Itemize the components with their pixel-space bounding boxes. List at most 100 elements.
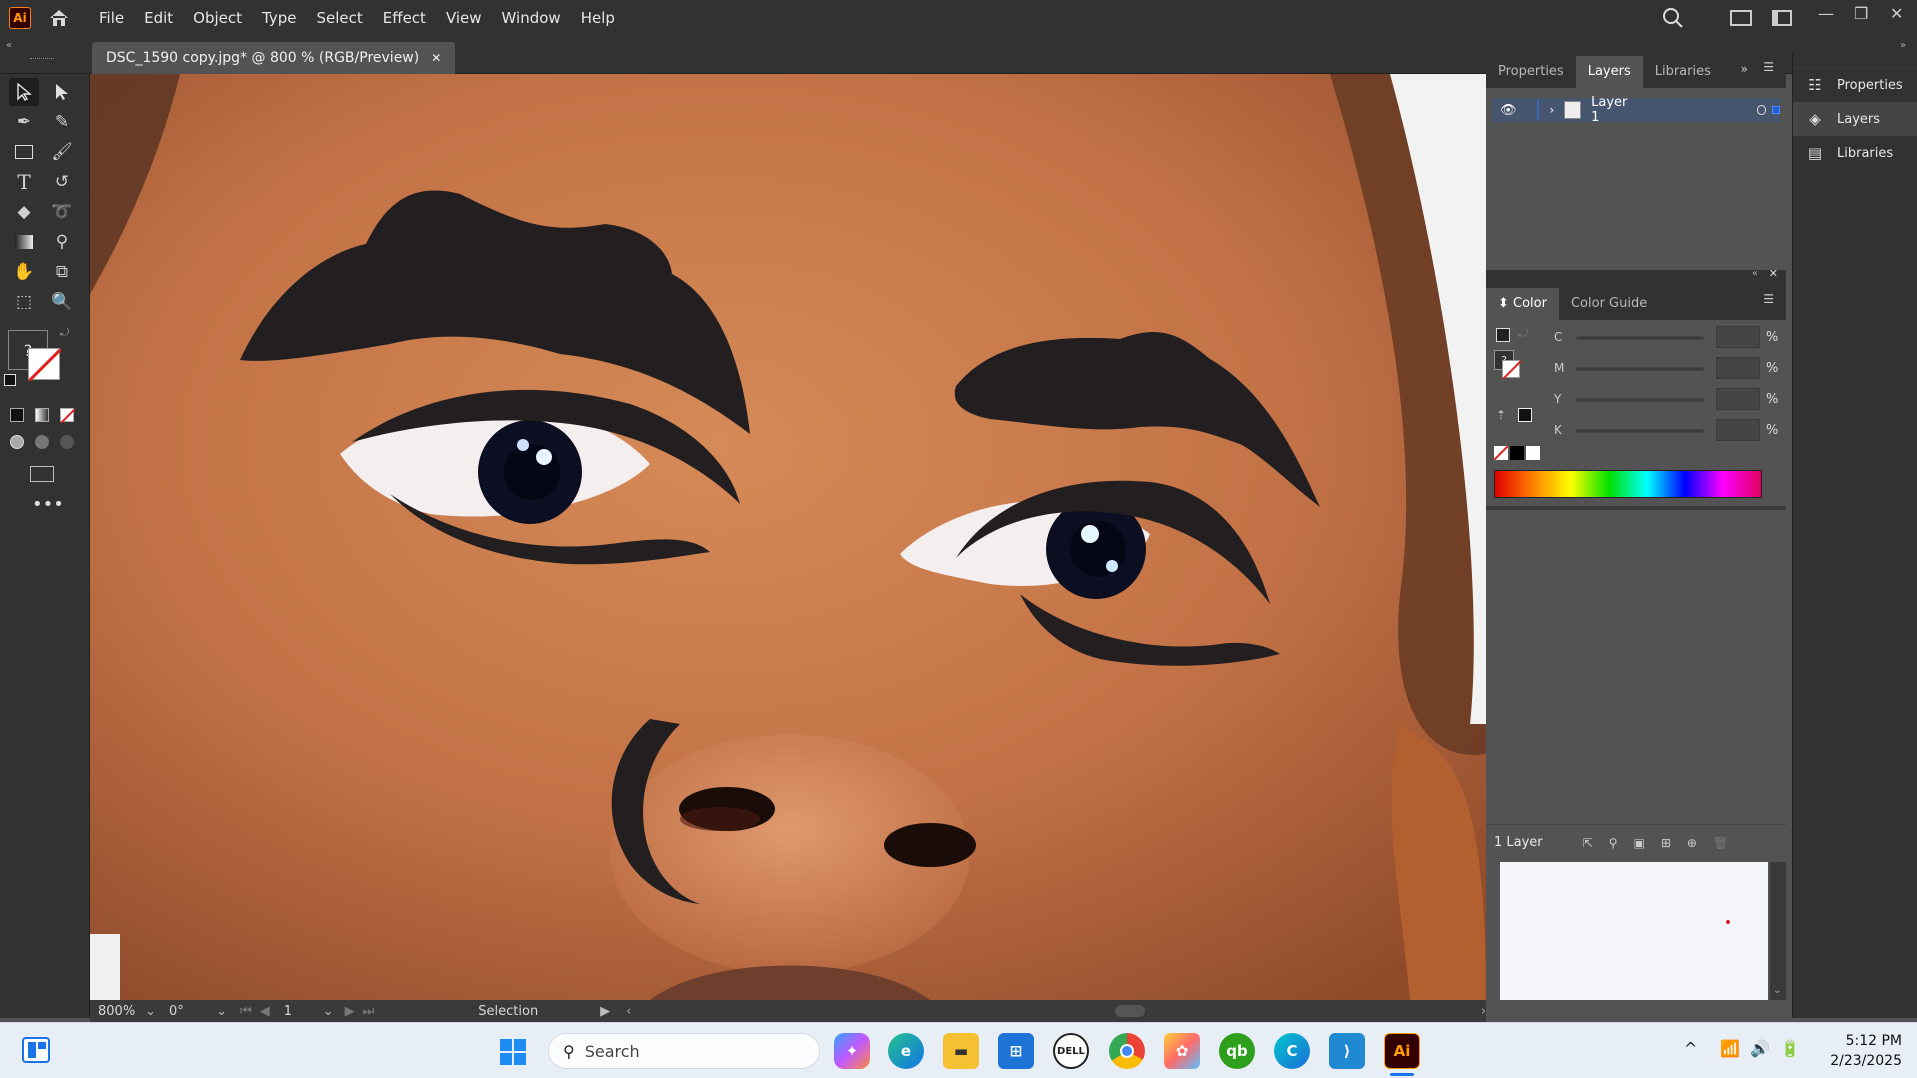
collapse-toolbar-icon[interactable]: « bbox=[6, 40, 12, 51]
black-slider[interactable] bbox=[1576, 429, 1704, 433]
minimize-icon[interactable]: — bbox=[1818, 4, 1834, 23]
edit-toolbar-icon[interactable]: ••• bbox=[32, 494, 64, 515]
collapse-panels-icon[interactable]: » bbox=[1900, 40, 1906, 51]
vscode-icon[interactable]: ⟩ bbox=[1329, 1033, 1365, 1069]
menu-effect[interactable]: Effect bbox=[373, 0, 436, 36]
magenta-slider[interactable] bbox=[1576, 367, 1704, 371]
chrome-icon[interactable] bbox=[1109, 1033, 1145, 1069]
taskbar-search[interactable]: ⚲ Search bbox=[548, 1033, 820, 1069]
photos-icon[interactable]: ✿ bbox=[1164, 1033, 1200, 1069]
store-icon[interactable]: ⊞ bbox=[998, 1033, 1034, 1069]
collapse-color-icon[interactable]: « bbox=[1752, 268, 1758, 279]
draw-behind-icon[interactable] bbox=[35, 435, 49, 449]
yellow-slider[interactable] bbox=[1576, 398, 1704, 402]
scroll-down-icon[interactable]: ⌄ bbox=[1773, 985, 1781, 996]
curvature-tool-icon[interactable]: ✎ bbox=[47, 108, 77, 136]
web-safe-swatch[interactable] bbox=[1518, 408, 1532, 422]
last-artboard-icon[interactable]: ⏭ bbox=[363, 1004, 375, 1019]
swap-colors-icon[interactable]: ⤾ bbox=[1518, 326, 1528, 341]
close-window-icon[interactable]: ✕ bbox=[1890, 4, 1903, 23]
target-circle-icon[interactable] bbox=[1756, 105, 1767, 115]
layer-row[interactable]: 👁 › Layer 1 bbox=[1492, 95, 1780, 125]
color-spectrum[interactable] bbox=[1494, 470, 1762, 498]
type-tool-icon[interactable]: T bbox=[9, 168, 39, 196]
artboard-dropdown-icon[interactable]: ⌄ bbox=[323, 1004, 341, 1019]
default-fill-stroke-icon[interactable] bbox=[4, 374, 16, 386]
status-menu-icon[interactable]: ▶ bbox=[600, 1004, 610, 1019]
shape-builder-tool-icon[interactable]: ⧉ bbox=[47, 258, 77, 286]
new-layer-icon[interactable]: ⊕ bbox=[1687, 836, 1697, 850]
rotate-tool-icon[interactable]: ↺ bbox=[47, 168, 77, 196]
selection-tool-icon[interactable] bbox=[9, 78, 39, 106]
tab-libraries[interactable]: Libraries bbox=[1643, 56, 1723, 88]
tab-color-guide[interactable]: Color Guide bbox=[1559, 288, 1659, 320]
new-sublayer-icon[interactable]: ⊞ bbox=[1661, 836, 1671, 850]
paintbrush-tool-icon[interactable]: 🖌 bbox=[47, 138, 77, 166]
out-of-gamut-icon[interactable]: ⇡ bbox=[1496, 408, 1506, 422]
screen-mode-icon[interactable] bbox=[30, 466, 54, 482]
eyedropper-tool-icon[interactable]: ⚲ bbox=[47, 228, 77, 256]
rotation-value[interactable]: 0° bbox=[169, 1004, 216, 1019]
artboard-canvas[interactable] bbox=[90, 74, 1486, 1000]
expand-panel-icon[interactable]: » bbox=[1741, 62, 1748, 76]
color-panel-menu-icon[interactable]: ☰ bbox=[1763, 292, 1774, 306]
artboard-tool-icon[interactable]: ⬚ bbox=[9, 288, 39, 316]
start-icon[interactable] bbox=[500, 1039, 526, 1065]
draw-inside-icon[interactable] bbox=[60, 435, 74, 449]
restore-icon[interactable]: ❐ bbox=[1854, 4, 1868, 23]
rotation-dropdown-icon[interactable]: ⌄ bbox=[216, 1004, 234, 1019]
horizontal-scroll-thumb[interactable] bbox=[1115, 1005, 1146, 1017]
dock-properties[interactable]: ☷ Properties bbox=[1793, 68, 1917, 102]
next-artboard-icon[interactable]: ▶ bbox=[345, 1004, 355, 1019]
wifi-icon[interactable]: 📶 bbox=[1720, 1039, 1740, 1058]
delete-layer-icon[interactable]: 🗑 bbox=[1713, 836, 1728, 850]
menu-view[interactable]: View bbox=[436, 0, 492, 36]
export-icon[interactable]: ⇱ bbox=[1583, 836, 1593, 850]
first-artboard-icon[interactable]: ⏮ bbox=[240, 1004, 252, 1019]
cyan-slider[interactable] bbox=[1576, 336, 1704, 340]
menu-object[interactable]: Object bbox=[183, 0, 252, 36]
workspace-icon[interactable] bbox=[1772, 10, 1792, 26]
scroll-right-icon[interactable]: › bbox=[1481, 1004, 1486, 1019]
battery-icon[interactable]: 🔋 bbox=[1780, 1039, 1800, 1058]
menu-edit[interactable]: Edit bbox=[134, 0, 183, 36]
zoom-tool-icon[interactable]: 🔍 bbox=[47, 288, 77, 316]
home-icon[interactable] bbox=[47, 6, 71, 30]
gradient-tool-icon[interactable] bbox=[9, 228, 39, 256]
illustrator-taskbar-icon[interactable]: Ai bbox=[1384, 1033, 1420, 1069]
pen-tool-icon[interactable]: ✒ bbox=[9, 108, 39, 136]
scroll-left-icon[interactable]: ‹ bbox=[626, 1004, 631, 1019]
layer-name[interactable]: Layer 1 bbox=[1591, 95, 1637, 125]
expand-layer-icon[interactable]: › bbox=[1549, 103, 1554, 117]
puppet-warp-tool-icon[interactable]: ✋ bbox=[9, 258, 39, 286]
dock-layers[interactable]: ◈ Layers bbox=[1793, 102, 1917, 136]
menu-type[interactable]: Type bbox=[252, 0, 306, 36]
black-swatch[interactable] bbox=[1510, 446, 1524, 460]
edge-icon[interactable]: e bbox=[888, 1033, 924, 1069]
canva-icon[interactable]: C bbox=[1274, 1033, 1310, 1069]
tab-layers[interactable]: Layers bbox=[1575, 56, 1643, 88]
arrange-documents-icon[interactable] bbox=[1730, 10, 1752, 26]
direct-selection-tool-icon[interactable] bbox=[47, 78, 77, 106]
default-colors-icon[interactable] bbox=[1496, 328, 1510, 342]
panel-stroke-swatch[interactable] bbox=[1502, 360, 1522, 380]
previous-artboard-icon[interactable]: ◀ bbox=[260, 1004, 270, 1019]
panel-menu-icon[interactable]: ☰ bbox=[1763, 60, 1774, 74]
cyan-value[interactable] bbox=[1716, 326, 1760, 348]
vertical-scrollbar[interactable]: ⌄ bbox=[1770, 862, 1786, 1000]
search-icon[interactable] bbox=[1662, 7, 1684, 32]
lasso-tool-icon[interactable]: ➰ bbox=[47, 198, 77, 226]
stroke-swatch[interactable] bbox=[27, 347, 63, 383]
visibility-eye-icon[interactable]: 👁 bbox=[1500, 103, 1517, 118]
eraser-tool-icon[interactable]: ◆ bbox=[9, 198, 39, 226]
menu-help[interactable]: Help bbox=[571, 0, 625, 36]
close-color-panel-icon[interactable]: ✕ bbox=[1769, 267, 1778, 280]
rectangle-tool-icon[interactable] bbox=[9, 138, 39, 166]
close-document-icon[interactable]: ✕ bbox=[431, 51, 441, 65]
none-swatch[interactable] bbox=[1493, 445, 1509, 461]
selection-square-icon[interactable] bbox=[1772, 106, 1780, 114]
locate-object-icon[interactable]: ⚲ bbox=[1609, 836, 1618, 850]
show-hidden-icons[interactable]: ^ bbox=[1684, 1039, 1697, 1058]
menu-window[interactable]: Window bbox=[492, 0, 571, 36]
black-value[interactable] bbox=[1716, 419, 1760, 441]
